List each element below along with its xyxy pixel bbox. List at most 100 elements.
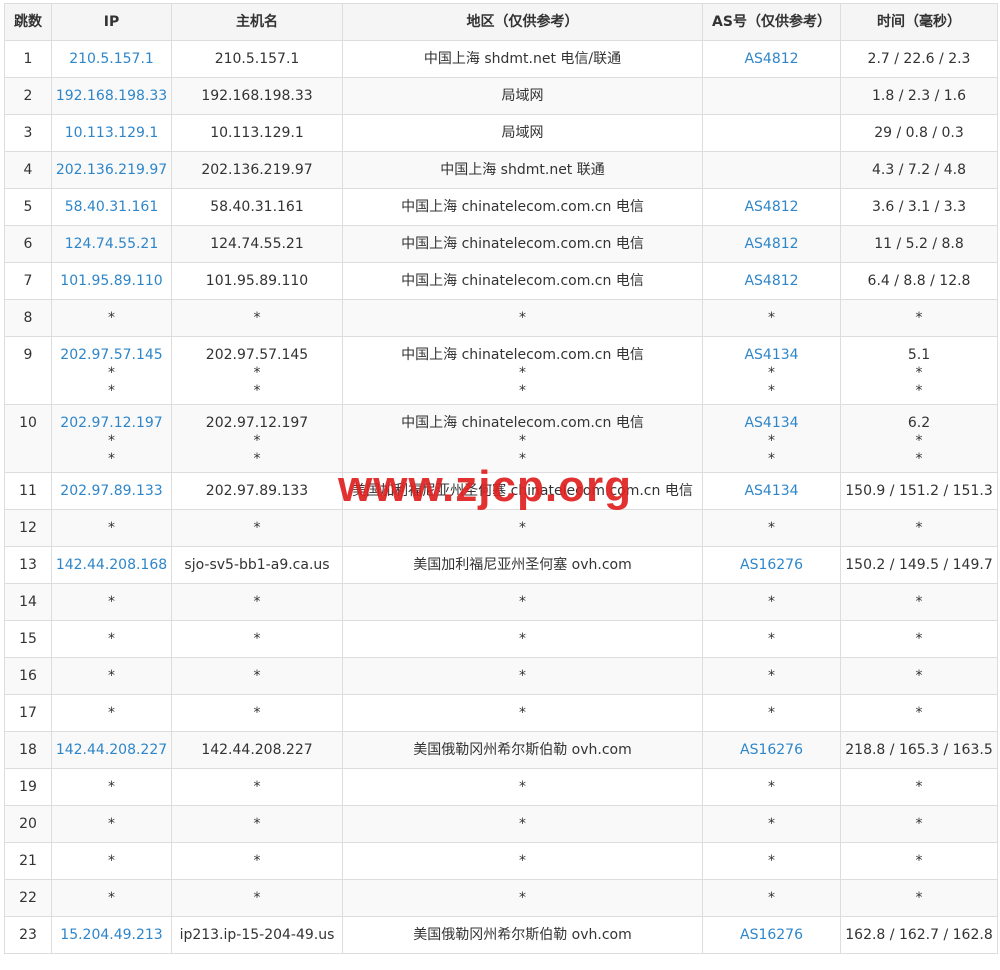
cell-region-text: * — [519, 853, 526, 869]
cell-ip: 192.168.198.33 — [51, 77, 172, 115]
ip-link: * — [108, 433, 115, 449]
as-link[interactable]: AS4812 — [703, 272, 840, 290]
cell-region-text: 局域网 — [501, 88, 544, 104]
cell-hop: 19 — [4, 768, 52, 806]
cell-hop: 11 — [4, 472, 52, 510]
cell-region-text: 中国上海 shdmt.net 联通 — [440, 162, 605, 178]
cell-hostname-text: 202.97.57.145 — [205, 347, 309, 363]
cell-region-text: 美国俄勒冈州希尔斯伯勒 ovh.com — [413, 742, 632, 758]
traceroute-table: 跳数 IP 主机名 地区（仅供参考） AS号（仅供参考） 时间（毫秒） 1 210… — [4, 3, 998, 954]
as-link[interactable]: AS4812 — [703, 50, 840, 68]
cell-hostname-text: * — [253, 816, 261, 832]
as-link[interactable]: AS4812 — [703, 235, 840, 253]
cell-time: * — [840, 509, 998, 547]
cell-region: 局域网 — [342, 77, 703, 115]
cell-hostname-text: * — [253, 668, 261, 684]
table-row: 8 * * * * * — [4, 299, 998, 337]
cell-time: 150.9 / 151.2 / 151.3 — [840, 472, 998, 510]
cell-region: 中国上海 chinatelecom.com.cn 电信 * * — [342, 336, 703, 405]
table-row: 20 * * * * * — [4, 805, 998, 843]
as-link[interactable]: AS4134 — [703, 346, 840, 364]
cell-hop: 15 — [4, 620, 52, 658]
ip-link: * — [108, 631, 115, 647]
as-link: * — [768, 631, 775, 647]
cell-time-text: * — [915, 705, 923, 721]
cell-ip: 10.113.129.1 — [51, 114, 172, 152]
cell-region: 美国加利福尼亚州圣何塞 ovh.com — [342, 546, 703, 584]
cell-time: 3.6 / 3.1 / 3.3 — [840, 188, 998, 226]
table-row: 10 202.97.12.197 * * 202.97.12.197 * * 中国上海 chi… — [4, 404, 998, 473]
ip-link[interactable]: 202.136.219.97 — [52, 161, 171, 179]
cell-hostname: * — [171, 805, 343, 843]
as-link[interactable]: AS4812 — [703, 198, 840, 216]
cell-time-text: 4.3 / 7.2 / 4.8 — [871, 162, 967, 178]
ip-link[interactable]: 210.5.157.1 — [52, 50, 171, 68]
cell-hop: 10 — [4, 404, 52, 473]
ip-link[interactable]: 202.97.12.197 — [52, 414, 171, 432]
cell-hostname-text: 124.74.55.21 — [210, 236, 304, 252]
ip-link[interactable]: 10.113.129.1 — [52, 124, 171, 142]
cell-as: * — [702, 768, 841, 806]
ip-link[interactable]: 58.40.31.161 — [52, 198, 171, 216]
cell-ip: 142.44.208.227 — [51, 731, 172, 769]
cell-as: AS16276 — [702, 546, 841, 584]
cell-ip: * — [51, 657, 172, 695]
table-row: 12 * * * * * — [4, 509, 998, 547]
cell-hostname-text: * — [253, 631, 261, 647]
cell-hostname-text: * — [253, 853, 261, 869]
ip-link[interactable]: 15.204.49.213 — [52, 926, 171, 944]
ip-link[interactable]: 124.74.55.21 — [52, 235, 171, 253]
cell-region-text: * — [519, 631, 526, 647]
cell-region: 中国上海 chinatelecom.com.cn 电信 — [342, 262, 703, 300]
as-link[interactable]: AS16276 — [703, 926, 840, 944]
cell-region: 中国上海 chinatelecom.com.cn 电信 — [342, 225, 703, 263]
cell-hostname: 202.136.219.97 — [171, 151, 343, 189]
cell-hop: 6 — [4, 225, 52, 263]
cell-region: * — [342, 657, 703, 695]
as-link[interactable]: AS4134 — [703, 414, 840, 432]
cell-ip: * — [51, 509, 172, 547]
cell-ip: * — [51, 879, 172, 917]
cell-ip: 210.5.157.1 — [51, 40, 172, 78]
cell-region: 美国加利福尼亚州圣何塞 chinatelecom.com.cn 电信 — [342, 472, 703, 510]
ip-link[interactable]: 142.44.208.227 — [52, 741, 171, 759]
cell-ip: * — [51, 842, 172, 880]
cell-hostname-text: 10.113.129.1 — [210, 125, 304, 141]
cell-time-text: 1.8 / 2.3 / 1.6 — [871, 88, 967, 104]
cell-hop: 13 — [4, 546, 52, 584]
table-header-row: 跳数 IP 主机名 地区（仅供参考） AS号（仅供参考） 时间（毫秒） — [4, 3, 998, 41]
as-link[interactable]: AS4134 — [703, 482, 840, 500]
cell-time: * — [840, 768, 998, 806]
cell-region-text: 中国上海 chinatelecom.com.cn 电信 — [401, 236, 644, 252]
cell-time-text: 6.4 / 8.8 / 12.8 — [867, 273, 971, 289]
table-row: 18 142.44.208.227 142.44.208.227 美国俄勒冈州希尔斯伯… — [4, 731, 998, 769]
ip-link[interactable]: 101.95.89.110 — [52, 272, 171, 290]
ip-link[interactable]: 192.168.198.33 — [52, 87, 171, 105]
ip-link: * — [108, 310, 115, 326]
cell-region: * — [342, 583, 703, 621]
as-link[interactable]: AS16276 — [703, 556, 840, 574]
cell-time-text: * — [915, 594, 923, 610]
cell-as: AS16276 — [702, 731, 841, 769]
cell-region: * — [342, 842, 703, 880]
ip-link[interactable]: 202.97.89.133 — [52, 482, 171, 500]
cell-ip: * — [51, 620, 172, 658]
cell-as: AS4134 — [702, 472, 841, 510]
ip-link[interactable]: 202.97.57.145 — [52, 346, 171, 364]
as-link[interactable]: AS16276 — [703, 741, 840, 759]
cell-ip: 15.204.49.213 — [51, 916, 172, 954]
cell-time-text: * — [915, 890, 923, 906]
cell-ip: 58.40.31.161 — [51, 188, 172, 226]
cell-hostname: * — [171, 694, 343, 732]
cell-as: * — [702, 842, 841, 880]
ip-link: * — [108, 705, 115, 721]
table-row: 2 192.168.198.33 192.168.198.33 局域网 1.8 / 2.… — [4, 77, 998, 115]
cell-as: * — [702, 299, 841, 337]
header-as: AS号（仅供参考） — [702, 3, 841, 41]
ip-link[interactable]: 142.44.208.168 — [52, 556, 171, 574]
table-row: 16 * * * * * — [4, 657, 998, 695]
cell-time: * — [840, 583, 998, 621]
cell-region-text: 中国上海 chinatelecom.com.cn 电信 — [401, 415, 644, 431]
cell-hop: 1 — [4, 40, 52, 78]
cell-ip: 202.97.89.133 — [51, 472, 172, 510]
